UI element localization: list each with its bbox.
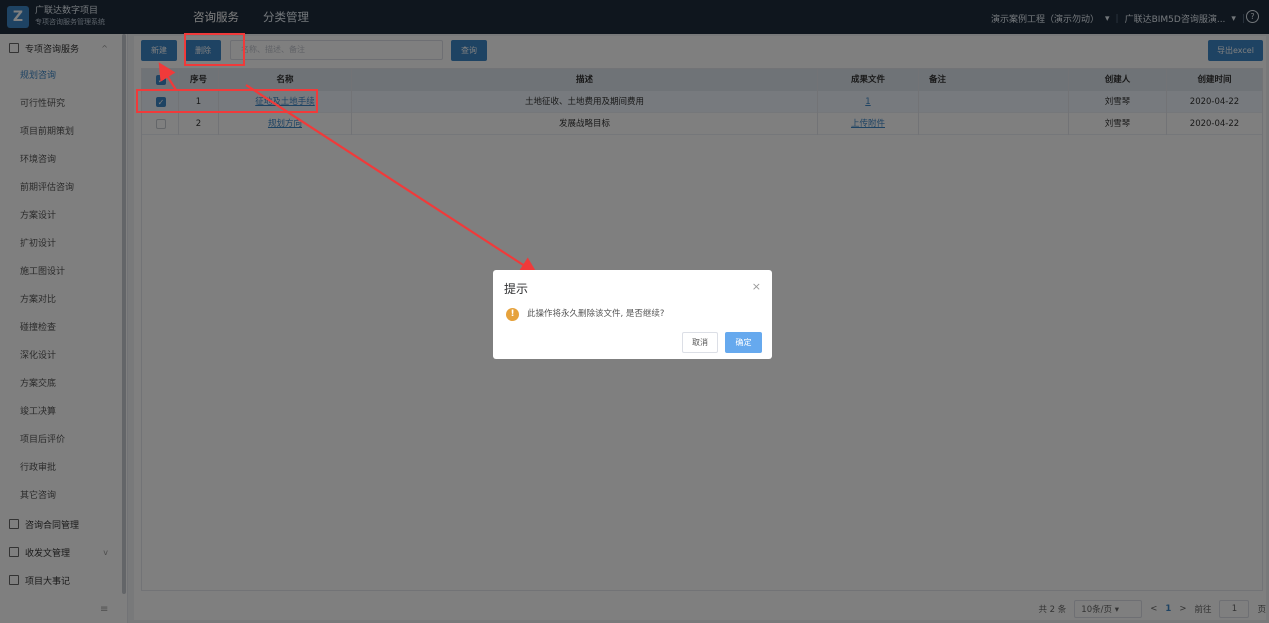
confirm-button[interactable]: 确定 bbox=[725, 332, 762, 353]
confirm-dialog: 提示 × ! 此操作将永久删除该文件, 是否继续? 取消 确定 bbox=[493, 270, 772, 359]
warning-icon: ! bbox=[506, 308, 519, 321]
annotation-highlight-delete bbox=[184, 33, 245, 66]
cancel-button[interactable]: 取消 bbox=[682, 332, 718, 353]
dialog-title: 提示 bbox=[504, 282, 529, 296]
dialog-message: 此操作将永久删除该文件, 是否继续? bbox=[527, 309, 665, 319]
annotation-highlight-row bbox=[136, 89, 318, 113]
close-icon[interactable]: × bbox=[752, 280, 761, 293]
